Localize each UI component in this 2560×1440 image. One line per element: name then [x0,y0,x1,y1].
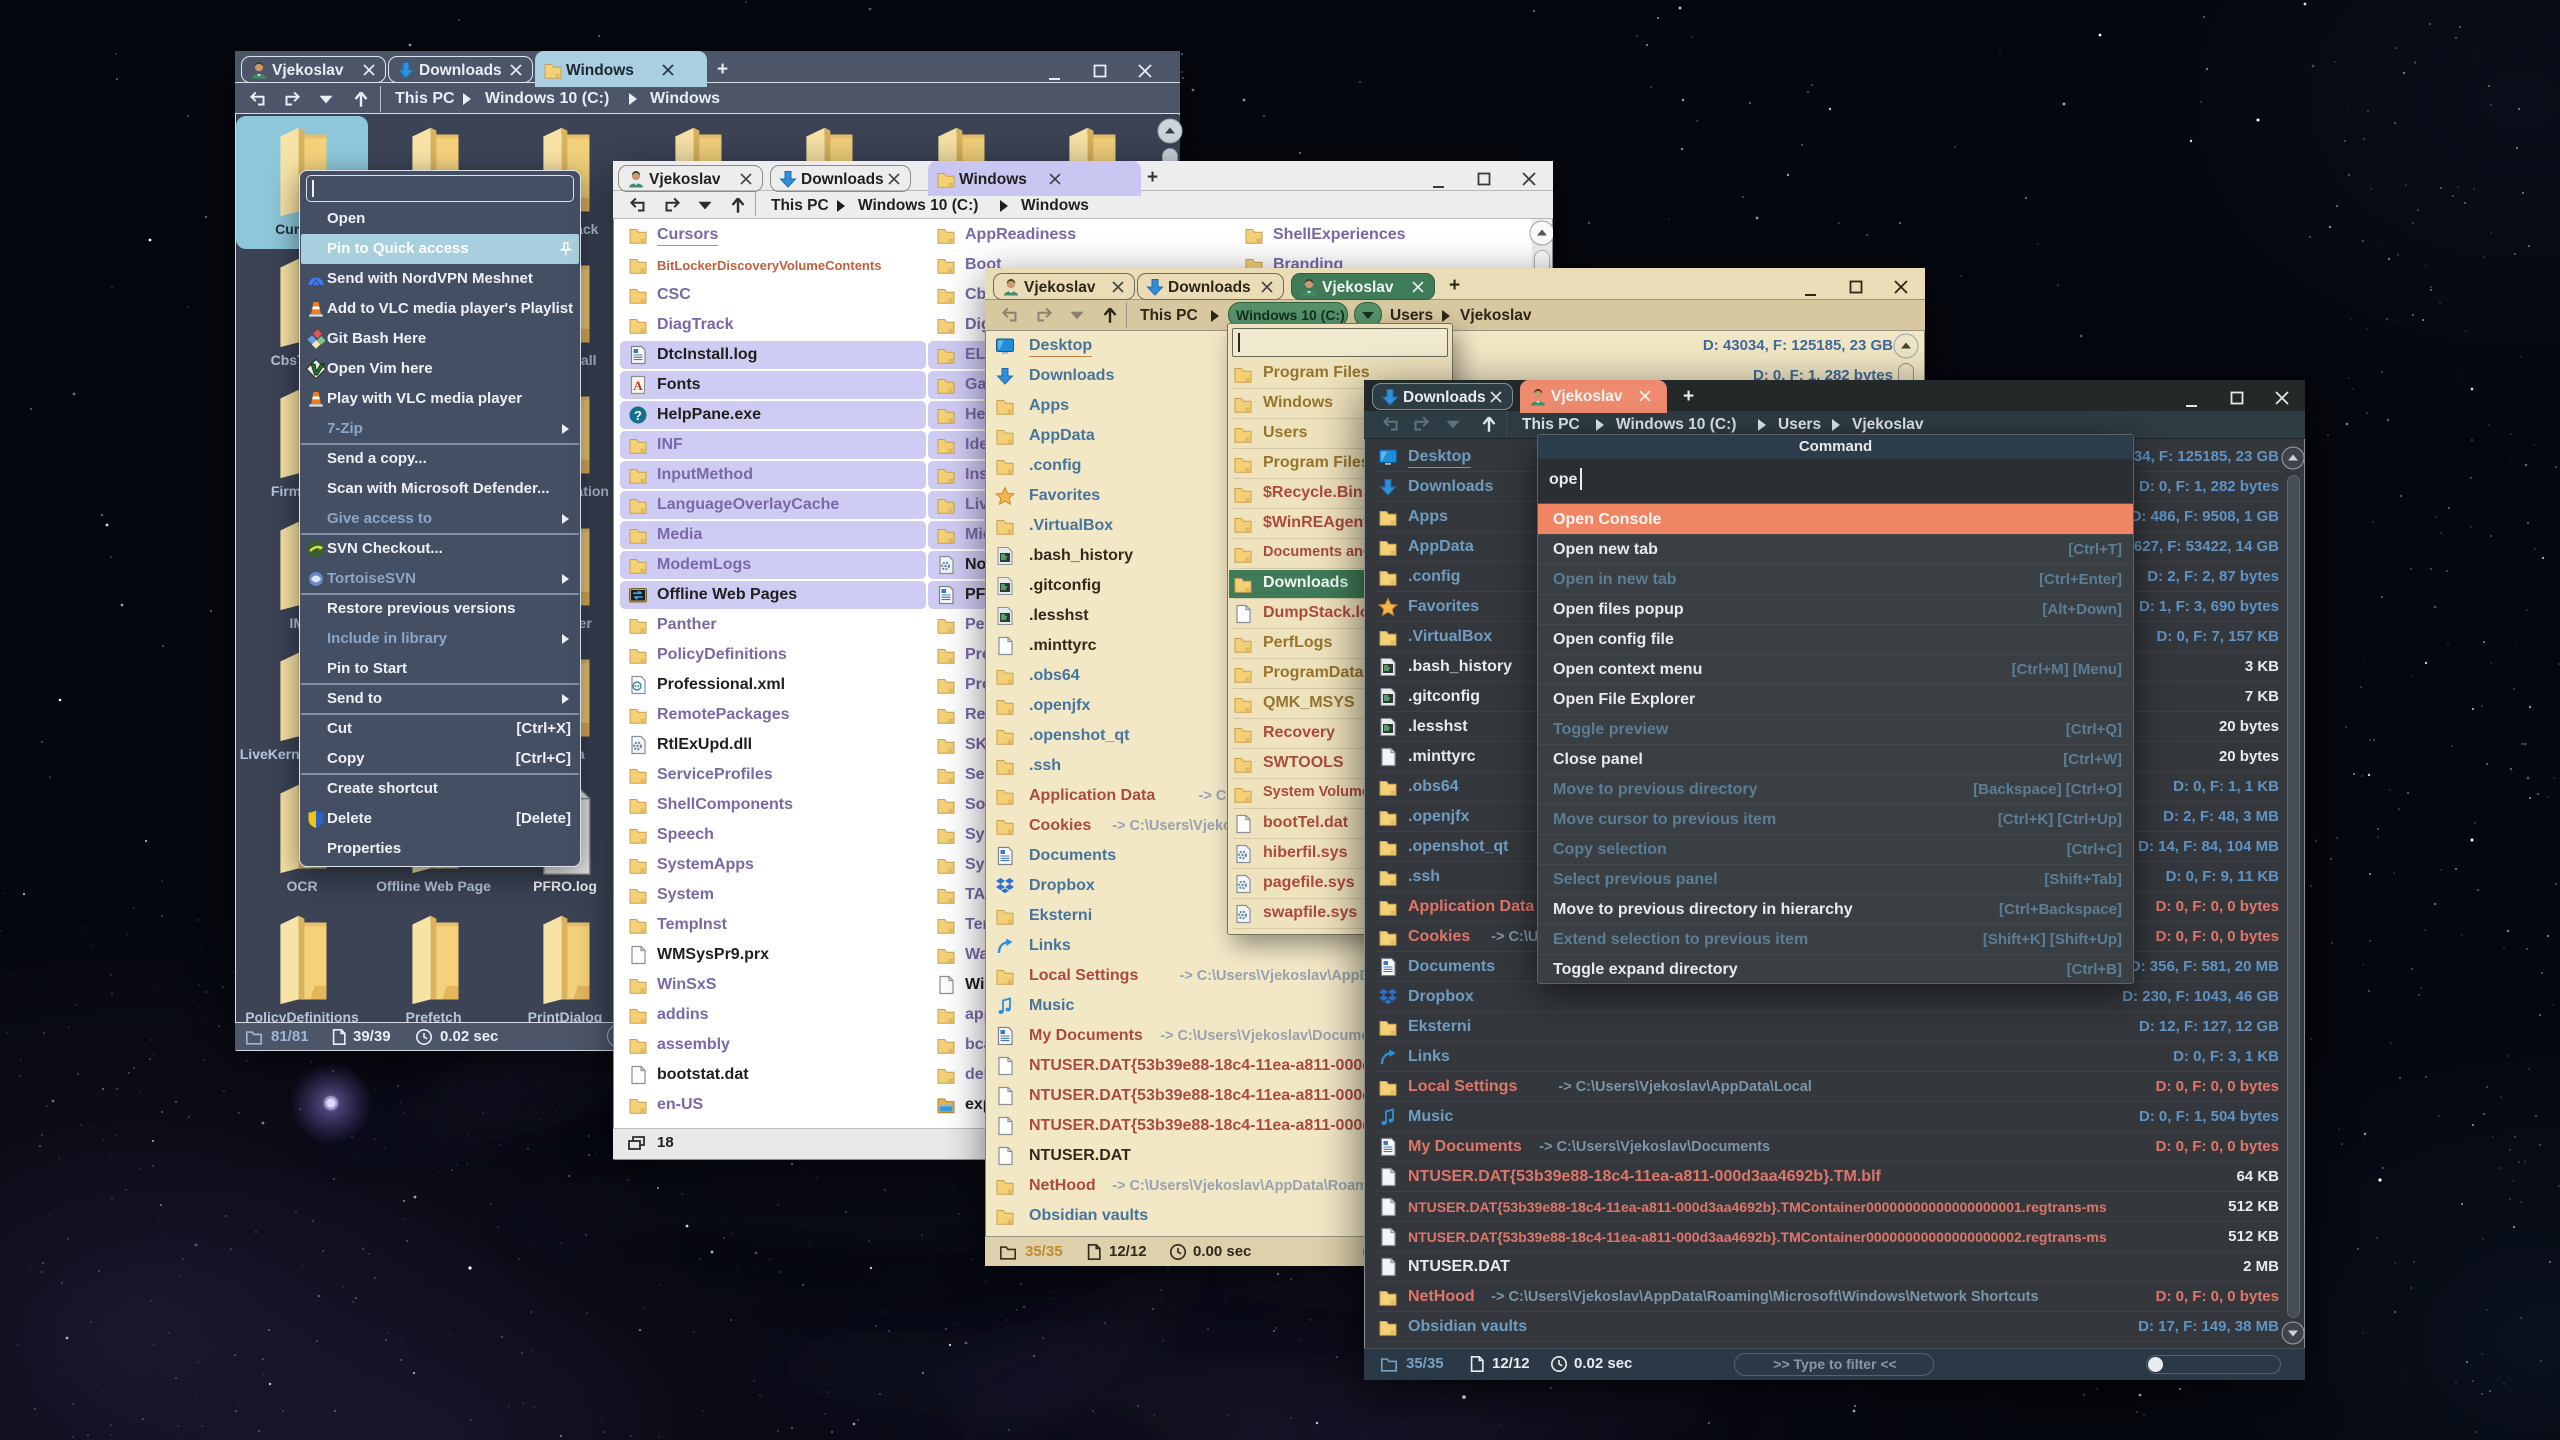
svg-text:A: A [633,378,643,393]
svg-text:?: ? [634,408,642,423]
